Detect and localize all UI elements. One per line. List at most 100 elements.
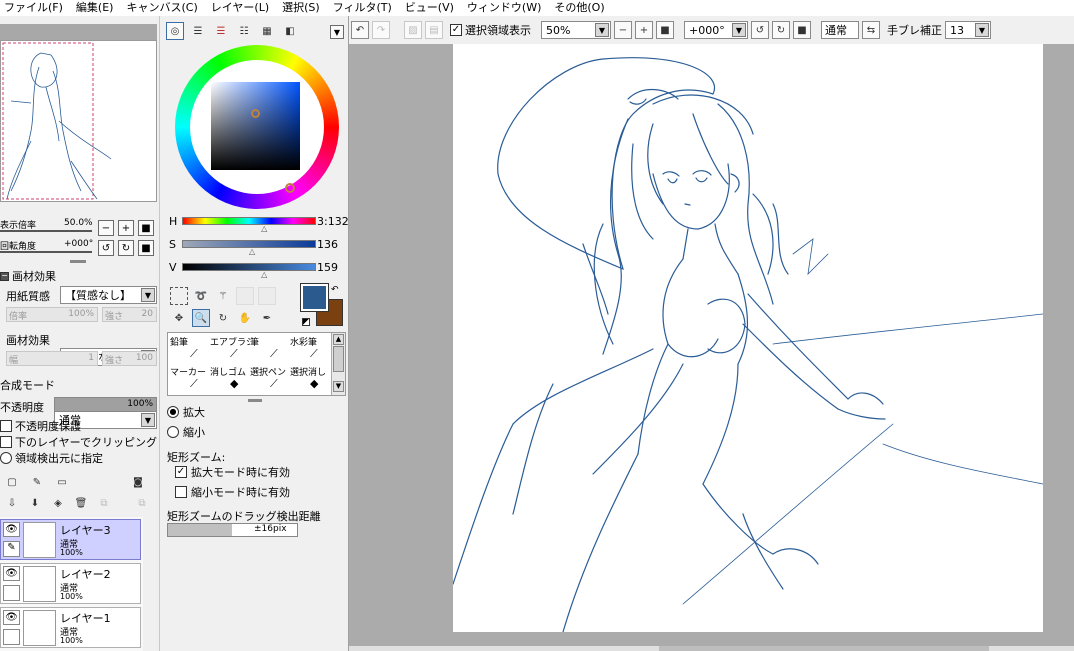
- trash-icon[interactable]: 🗑: [72, 494, 90, 512]
- flatten-icon[interactable]: ⧉: [133, 494, 151, 512]
- layer-item-2[interactable]: 👁 レイヤー2 通常 100%: [0, 563, 141, 604]
- drawing-canvas[interactable]: [452, 44, 1044, 633]
- tool-select-eraser[interactable]: 選択消し ◆: [290, 365, 328, 395]
- menu-filter[interactable]: フィルタ(T): [329, 1, 401, 15]
- lasso-icon[interactable]: ➰: [192, 287, 210, 305]
- protect-opacity-checkbox[interactable]: [0, 420, 12, 432]
- eye-icon[interactable]: 👁: [3, 522, 20, 537]
- protect-opacity-row[interactable]: 不透明度保護: [0, 418, 81, 434]
- toolbar-zoom-out-button[interactable]: −: [614, 21, 632, 39]
- zoom-slider[interactable]: [0, 230, 92, 232]
- clipping-row[interactable]: 下のレイヤーでクリッピング: [0, 434, 157, 450]
- paper-rate-field[interactable]: 倍率 100%: [6, 307, 98, 322]
- rotate-right-button[interactable]: ↻: [118, 240, 134, 256]
- zoom-out-option[interactable]: 縮小: [167, 424, 205, 440]
- hue-slider-handle[interactable]: △: [261, 224, 267, 233]
- canvas-area[interactable]: [349, 44, 1074, 651]
- toolbar-rotate-left-button[interactable]: ↺: [751, 21, 769, 39]
- menu-other[interactable]: その他(O): [550, 1, 613, 15]
- value-slider[interactable]: [182, 263, 316, 271]
- menu-select[interactable]: 選択(S): [278, 1, 329, 15]
- rect-in-option[interactable]: ✓ 拡大モード時に有効: [175, 464, 290, 480]
- tool-eraser[interactable]: 消しゴム ◆: [210, 365, 250, 395]
- layer-mask-icon[interactable]: ◙: [129, 473, 147, 491]
- toolbar-rotate-right-button[interactable]: ↻: [772, 21, 790, 39]
- menu-canvas[interactable]: キャンバス(C): [122, 1, 206, 15]
- invert-select-icon[interactable]: ▤: [425, 21, 443, 39]
- deselect-icon[interactable]: ▨: [404, 21, 422, 39]
- sv-square[interactable]: [211, 82, 300, 170]
- rect-in-checkbox[interactable]: ✓: [175, 466, 187, 478]
- layer-item-3[interactable]: 👁 ✎ レイヤー3 通常 100%: [0, 519, 141, 560]
- hsv-slider-tab-icon[interactable]: ☰: [212, 22, 230, 40]
- horizontal-scroll-thumb[interactable]: [659, 646, 989, 651]
- saturation-slider-handle[interactable]: △: [249, 247, 255, 256]
- zoom-reset-button[interactable]: ■: [138, 220, 154, 236]
- scroll-up-icon[interactable]: ▲: [333, 334, 344, 345]
- panel-splitter[interactable]: [70, 260, 86, 263]
- layer-item-1[interactable]: 👁 レイヤー1 通常 100%: [0, 607, 141, 648]
- foreground-color-swatch[interactable]: [300, 283, 329, 312]
- tool-marker[interactable]: マーカー ⟋: [170, 365, 210, 395]
- material-effect-section[interactable]: − 画材効果: [0, 268, 56, 284]
- rotation-slider[interactable]: [0, 251, 92, 253]
- menu-edit[interactable]: 編集(E): [72, 1, 123, 15]
- swap-colors-icon[interactable]: ↶: [331, 285, 339, 295]
- rect-select-icon[interactable]: [170, 287, 188, 305]
- selection-source-row[interactable]: 領域検出元に指定: [0, 450, 103, 466]
- pen-icon[interactable]: ✎: [3, 541, 20, 557]
- menu-layer[interactable]: レイヤー(L): [207, 1, 278, 15]
- rotation-reset-button[interactable]: ■: [138, 240, 154, 256]
- palette-tab-icon[interactable]: ▦: [258, 22, 276, 40]
- flip-horizontal-icon[interactable]: ⇆: [862, 21, 880, 39]
- clear-layer-icon[interactable]: ◈: [49, 494, 67, 512]
- reset-colors-icon[interactable]: [302, 318, 310, 326]
- toolbar-zoom-in-button[interactable]: +: [635, 21, 653, 39]
- opacity-slider[interactable]: 100%: [54, 397, 157, 412]
- toolbar-rotation-reset-button[interactable]: ■: [793, 21, 811, 39]
- toolbar-zoom-reset-button[interactable]: ■: [656, 21, 674, 39]
- horizontal-scrollbar[interactable]: [349, 646, 1074, 651]
- panel-splitter[interactable]: [248, 399, 262, 402]
- eye-icon[interactable]: 👁: [3, 610, 20, 625]
- hue-slider[interactable]: [182, 217, 316, 225]
- move-icon[interactable]: ✥: [170, 309, 188, 327]
- tool-airbrush[interactable]: エアブラシ⟋: [210, 335, 250, 365]
- new-folder-icon[interactable]: ▭: [53, 473, 71, 491]
- rgb-slider-tab-icon[interactable]: ☰: [189, 22, 207, 40]
- navigator-preview[interactable]: [0, 40, 157, 202]
- redo-icon[interactable]: ↷: [372, 21, 390, 39]
- clipping-checkbox[interactable]: [0, 436, 12, 448]
- zoom-in-option[interactable]: ● 拡大: [167, 404, 205, 420]
- menu-file[interactable]: ファイル(F): [0, 1, 72, 15]
- lock-box[interactable]: [3, 629, 20, 645]
- menu-window[interactable]: ウィンドウ(W): [463, 1, 550, 15]
- eyedropper-icon[interactable]: ✒: [258, 309, 276, 327]
- drag-distance-slider[interactable]: ±16pix: [167, 523, 298, 537]
- rect-out-checkbox[interactable]: [175, 486, 187, 498]
- magic-wand-icon[interactable]: ⚚: [214, 287, 232, 305]
- hue-ring[interactable]: [175, 45, 339, 209]
- new-linework-layer-icon[interactable]: ✎: [28, 473, 46, 491]
- selection-source-radio[interactable]: [0, 452, 12, 464]
- rect-out-option[interactable]: 縮小モード時に有効: [175, 484, 290, 500]
- menu-view[interactable]: ビュー(V): [401, 1, 463, 15]
- merge-visible-icon[interactable]: ⧉: [95, 494, 113, 512]
- undo-icon[interactable]: ↶: [351, 21, 369, 39]
- effect-width-field[interactable]: 幅 1: [6, 351, 98, 366]
- rotation-select[interactable]: +000° ▼: [684, 21, 748, 39]
- lock-box[interactable]: [3, 585, 20, 601]
- effect-strength-field[interactable]: 強さ 100: [102, 351, 157, 366]
- tool-watercolor[interactable]: 水彩筆 ⟋: [290, 335, 328, 365]
- eye-icon[interactable]: 👁: [3, 566, 20, 581]
- hand-icon[interactable]: ✋: [236, 309, 254, 327]
- transfer-down-icon[interactable]: ⇩: [3, 494, 21, 512]
- zoom-tool-icon[interactable]: 🔍: [192, 309, 210, 327]
- panel-menu-icon[interactable]: ▼: [330, 25, 344, 39]
- merge-down-icon[interactable]: ⬇: [26, 494, 44, 512]
- scratchpad-tab-icon[interactable]: ◧: [281, 22, 299, 40]
- zoom-in-button[interactable]: +: [118, 220, 134, 236]
- paper-strength-field[interactable]: 強さ 20: [102, 307, 157, 322]
- new-layer-icon[interactable]: ▢: [3, 473, 21, 491]
- stabilizer-select[interactable]: 13 ▼: [945, 21, 991, 39]
